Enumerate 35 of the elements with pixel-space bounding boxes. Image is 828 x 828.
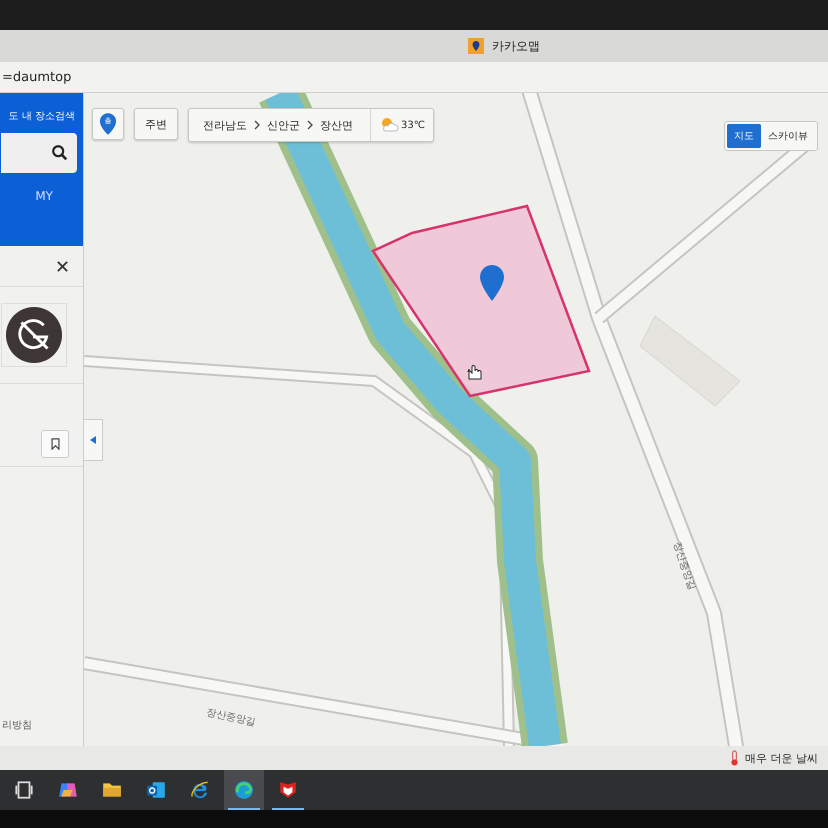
hand-cursor-icon [468, 365, 482, 380]
collapse-button[interactable] [84, 419, 103, 461]
chevron-icon [254, 120, 260, 130]
chevron-icon [307, 120, 313, 130]
weather-chip[interactable]: 33℃ [370, 109, 433, 141]
weather-widget[interactable]: 매우 더운 날씨 [730, 750, 818, 766]
close-icon[interactable] [56, 260, 69, 272]
window-title: 카카오맵 [492, 38, 540, 54]
bookmark-icon [50, 438, 60, 450]
land-parcel[interactable] [371, 204, 591, 398]
breadcrumb-item[interactable]: 신안군 [267, 118, 300, 132]
breadcrumb-item[interactable]: 장산면 [320, 118, 353, 132]
address-text[interactable]: =daumtop [2, 70, 72, 84]
edge-taskbar-button[interactable] [224, 770, 264, 810]
view-tab[interactable]: 스카이뷰 [761, 124, 815, 148]
caret-icon [90, 436, 96, 444]
my-tab[interactable]: MY [35, 189, 53, 203]
logo-tile[interactable] [1, 303, 67, 367]
weather-text: 매우 더운 날씨 [745, 750, 818, 766]
crossed-circle-icon [5, 306, 63, 364]
map-pin-icon [468, 38, 484, 54]
location-marker-icon[interactable] [480, 265, 504, 301]
temperature-text: 33℃ [401, 120, 425, 130]
search-field[interactable] [1, 133, 77, 173]
map-pin-icon [99, 112, 117, 136]
search-icon[interactable] [51, 144, 69, 162]
search-label: 도 내 장소검색 [8, 110, 75, 123]
nearby-button[interactable]: 주변 [134, 108, 178, 140]
thermometer-icon [730, 750, 739, 766]
bookmark-button[interactable] [41, 430, 69, 458]
breadcrumb-item[interactable]: 전라남도 [203, 118, 247, 132]
footer-link[interactable]: 리방침 [0, 718, 83, 746]
wave-browser-icon [233, 779, 255, 801]
task-view-icon [13, 779, 35, 801]
view-tab[interactable]: 지도 [727, 124, 761, 148]
